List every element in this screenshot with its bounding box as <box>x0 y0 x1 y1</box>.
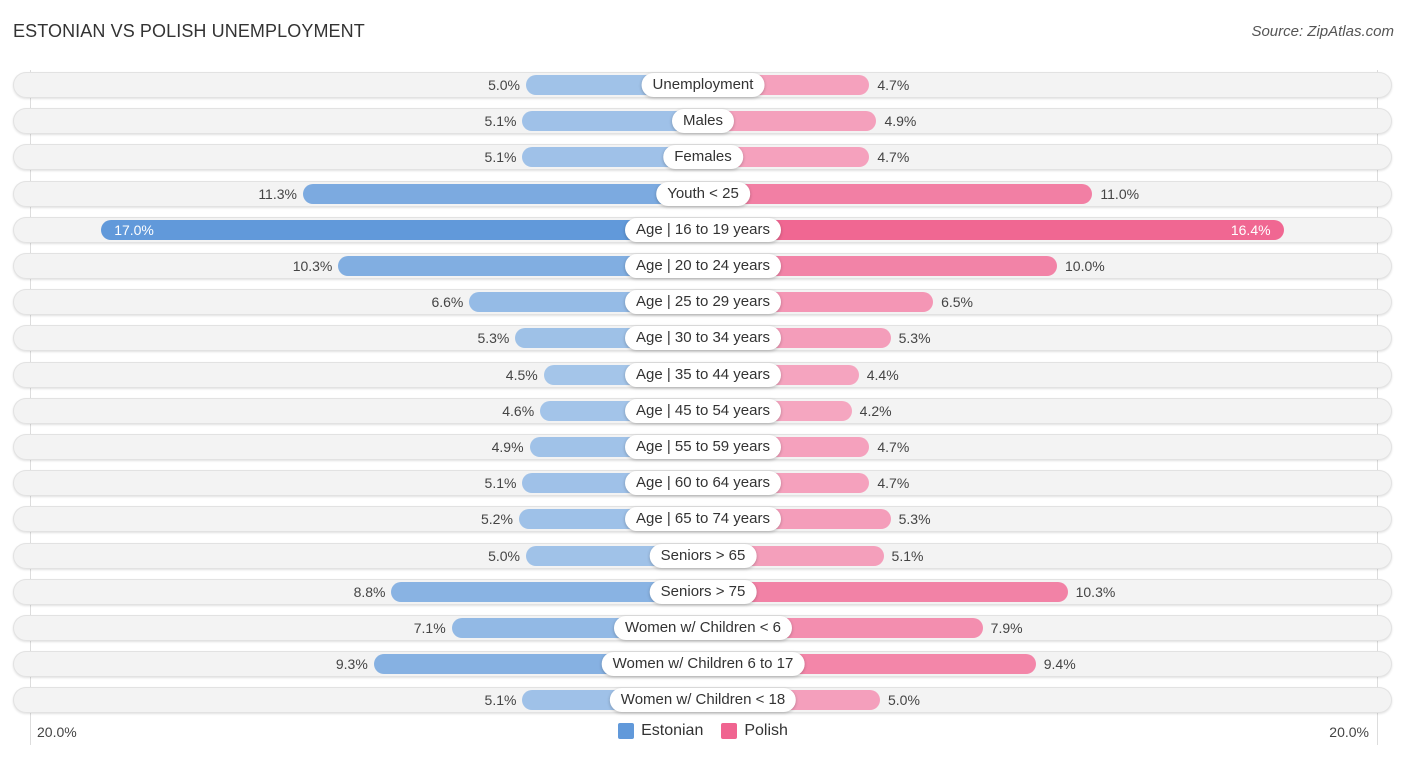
estonian-swatch-icon <box>618 723 635 739</box>
category-label: Age | 60 to 64 years <box>625 471 781 496</box>
polish-bar[interactable] <box>703 219 1284 240</box>
estonian-value-label: 5.1% <box>484 149 517 166</box>
category-label: Age | 25 to 29 years <box>625 290 781 315</box>
category-label: Women w/ Children < 6 <box>613 616 793 640</box>
polish-value-label: 5.3% <box>898 511 931 528</box>
legend-label-polish: Polish <box>744 722 788 739</box>
category-label: Age | 35 to 44 years <box>625 362 781 387</box>
estonian-value-label: 5.0% <box>488 77 520 93</box>
estonian-value-label: 10.3% <box>292 258 333 274</box>
estonian-bar[interactable] <box>302 183 703 204</box>
category-label: Women w/ Children < 18 <box>609 688 797 713</box>
category-label: Women w/ Children 6 to 17 <box>601 652 805 677</box>
polish-value-label: 4.7% <box>877 77 910 93</box>
category-label: Age | 55 to 59 years <box>625 435 781 459</box>
category-label: Age | 45 to 54 years <box>625 398 781 423</box>
estonian-value-label: 4.9% <box>491 439 524 455</box>
estonian-value-label: 17.0% <box>114 221 154 238</box>
legend: Estonian Polish <box>0 722 1406 740</box>
estonian-value-label: 8.8% <box>353 583 386 600</box>
polish-value-label: 5.1% <box>891 547 924 564</box>
polish-value-label: 5.0% <box>888 692 920 709</box>
category-label: Females <box>663 145 743 170</box>
legend-item-estonian[interactable]: Estonian <box>618 722 703 740</box>
polish-value-label: 4.4% <box>866 366 899 383</box>
category-label: Youth < 25 <box>656 181 750 206</box>
polish-value-label: 4.2% <box>859 402 892 419</box>
polish-value-label: 4.7% <box>877 439 910 455</box>
polish-bar[interactable] <box>703 581 1068 602</box>
category-label: Unemployment <box>641 73 765 97</box>
category-label: Seniors > 75 <box>649 579 757 604</box>
estonian-value-label: 5.1% <box>484 113 517 130</box>
polish-value-label: 10.3% <box>1075 583 1116 600</box>
category-label: Age | 16 to 19 years <box>625 217 781 242</box>
category-label: Age | 65 to 74 years <box>625 507 781 532</box>
estonian-value-label: 9.3% <box>335 656 368 673</box>
polish-value-label: 9.4% <box>1043 656 1076 673</box>
polish-value-label: 4.7% <box>877 149 910 166</box>
diverging-bar-chart: 5.0% 4.7% Unemployment 5.1% 4.9% Males 5.1% 4.7… <box>0 0 1406 757</box>
polish-bar[interactable] <box>703 183 1093 204</box>
estonian-value-label: 11.3% <box>258 185 297 202</box>
estonian-value-label: 7.1% <box>413 620 446 636</box>
estonian-value-label: 5.1% <box>484 692 517 709</box>
estonian-value-label: 5.2% <box>481 511 513 528</box>
estonian-value-label: 5.1% <box>484 475 517 492</box>
estonian-value-label: 5.3% <box>477 330 510 347</box>
polish-value-label: 10.0% <box>1065 258 1105 274</box>
estonian-value-label: 6.6% <box>431 294 464 311</box>
estonian-value-label: 4.6% <box>502 402 535 419</box>
estonian-bar[interactable] <box>101 219 703 240</box>
polish-value-label: 5.3% <box>898 330 931 347</box>
polish-value-label: 7.9% <box>990 620 1023 636</box>
polish-value-label: 4.7% <box>877 475 910 492</box>
polish-swatch-icon <box>721 723 738 739</box>
estonian-value-label: 5.0% <box>488 547 520 564</box>
polish-value-label: 11.0% <box>1100 185 1140 202</box>
polish-value-label: 6.5% <box>941 294 974 311</box>
category-label: Age | 20 to 24 years <box>625 254 781 278</box>
polish-value-label: 16.4% <box>1230 221 1271 238</box>
legend-item-polish[interactable]: Polish <box>721 722 788 740</box>
category-label: Seniors > 65 <box>649 543 757 568</box>
estonian-value-label: 4.5% <box>505 366 538 383</box>
category-label: Males <box>671 109 735 134</box>
legend-label-estonian: Estonian <box>641 722 704 739</box>
polish-value-label: 4.9% <box>884 113 917 130</box>
category-label: Age | 30 to 34 years <box>625 326 781 351</box>
